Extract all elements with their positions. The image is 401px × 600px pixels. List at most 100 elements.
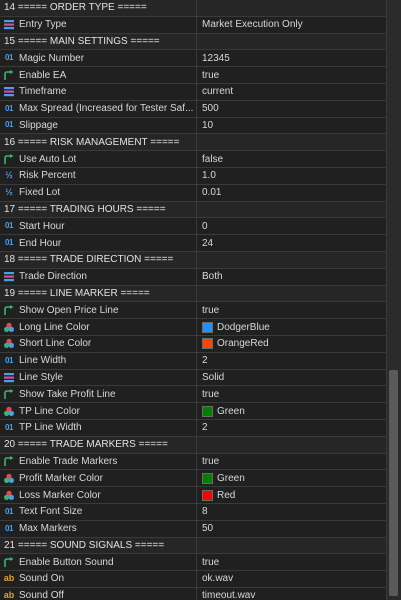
vertical-scrollbar[interactable]	[386, 0, 401, 600]
property-row[interactable]: ab Sound On ok.wav	[0, 571, 386, 588]
property-value[interactable]: 1.0	[202, 170, 216, 181]
property-row[interactable]: Line Style Solid	[0, 369, 386, 387]
color-swatch[interactable]	[202, 338, 213, 350]
property-value-cell[interactable]: 50	[197, 521, 386, 537]
property-value-cell[interactable]: Both	[197, 269, 386, 285]
property-row[interactable]: ½ Fixed Lot 0.01	[0, 184, 386, 202]
property-value[interactable]: Green	[217, 406, 245, 417]
property-row[interactable]: ab Sound Off timeout.wav	[0, 587, 386, 600]
property-value-cell[interactable]: Red	[197, 487, 386, 503]
property-value-cell[interactable]: true	[197, 302, 386, 318]
property-row[interactable]: Short Line Color OrangeRed	[0, 335, 386, 353]
group-header-row[interactable]: 16 ===== RISK MANAGEMENT =====	[0, 134, 386, 152]
property-row[interactable]: Profit Marker Color Green	[0, 470, 386, 488]
property-row[interactable]: Enable Button Sound true	[0, 554, 386, 572]
property-value[interactable]: 10	[202, 120, 213, 131]
group-header-row[interactable]: 21 ===== SOUND SIGNALS =====	[0, 537, 386, 555]
property-value-cell[interactable]: 10	[197, 118, 386, 134]
property-row[interactable]: Show Take Profit Line true	[0, 386, 386, 404]
property-value-cell[interactable]: Green	[197, 470, 386, 486]
property-row[interactable]: Enable Trade Markers true	[0, 453, 386, 471]
property-value-cell[interactable]: DodgerBlue	[197, 319, 386, 335]
property-row[interactable]: 01 Text Font Size 8	[0, 503, 386, 521]
property-value-cell[interactable]: true	[197, 554, 386, 570]
property-row[interactable]: Enable EA true	[0, 67, 386, 84]
property-value[interactable]: true	[202, 557, 219, 568]
group-header-row[interactable]: 19 ===== LINE MARKER =====	[0, 285, 386, 303]
property-value[interactable]: true	[202, 70, 219, 81]
property-value-cell[interactable]: ok.wav	[197, 571, 386, 587]
group-header-row[interactable]: 14 ===== ORDER TYPE =====	[0, 0, 386, 17]
property-value[interactable]: true	[202, 305, 219, 316]
property-value-cell[interactable]: OrangeRed	[197, 336, 386, 352]
property-value[interactable]: 0	[202, 221, 208, 232]
property-value-cell[interactable]: 12345	[197, 50, 386, 66]
property-value[interactable]: Market Execution Only	[202, 19, 303, 30]
property-value-cell[interactable]: false	[197, 151, 386, 167]
property-value[interactable]: Green	[217, 473, 245, 484]
property-value[interactable]: 0.01	[202, 187, 221, 198]
property-value[interactable]: DodgerBlue	[217, 322, 270, 333]
property-value-cell[interactable]: 8	[197, 504, 386, 520]
property-value[interactable]: 2	[202, 422, 208, 433]
group-header-row[interactable]: 18 ===== TRADE DIRECTION =====	[0, 251, 386, 269]
property-value-cell[interactable]: 1.0	[197, 168, 386, 184]
property-row[interactable]: Loss Marker Color Red	[0, 487, 386, 504]
group-header-row[interactable]: 15 ===== MAIN SETTINGS =====	[0, 33, 386, 51]
property-value-cell[interactable]: true	[197, 454, 386, 470]
property-value-cell[interactable]: 24	[197, 235, 386, 251]
property-value-cell[interactable]: 2	[197, 420, 386, 436]
property-value[interactable]: timeout.wav	[202, 590, 255, 600]
property-value-cell[interactable]: Solid	[197, 370, 386, 386]
property-row[interactable]: Timeframe current	[0, 83, 386, 101]
property-row[interactable]: Long Line Color DodgerBlue	[0, 319, 386, 336]
property-value[interactable]: 2	[202, 355, 208, 366]
property-value[interactable]: true	[202, 456, 219, 467]
property-value[interactable]: 50	[202, 523, 213, 534]
property-value[interactable]: OrangeRed	[217, 338, 269, 349]
color-swatch[interactable]	[202, 489, 213, 501]
property-value[interactable]: true	[202, 389, 219, 400]
property-row[interactable]: 01 Line Width 2	[0, 352, 386, 370]
property-value-cell[interactable]: 2	[197, 353, 386, 369]
property-value-cell[interactable]: 0.01	[197, 185, 386, 201]
color-swatch[interactable]	[202, 472, 213, 484]
property-value-cell[interactable]: current	[197, 84, 386, 100]
property-value-cell[interactable]: true	[197, 67, 386, 83]
property-row[interactable]: TP Line Color Green	[0, 403, 386, 420]
property-value[interactable]: 500	[202, 103, 219, 114]
group-header-row[interactable]: 20 ===== TRADE MARKERS =====	[0, 436, 386, 454]
color-swatch[interactable]	[202, 321, 213, 333]
property-row[interactable]: 01 End Hour 24	[0, 235, 386, 252]
boolean-type-icon	[2, 153, 16, 165]
property-value[interactable]: ok.wav	[202, 573, 233, 584]
property-value[interactable]: false	[202, 154, 223, 165]
property-row[interactable]: Entry Type Market Execution Only	[0, 16, 386, 34]
property-value[interactable]: Both	[202, 271, 223, 282]
property-row[interactable]: 01 Magic Number 12345	[0, 50, 386, 68]
property-row[interactable]: 01 Start Hour 0	[0, 218, 386, 236]
group-header-row[interactable]: 17 ===== TRADING HOURS =====	[0, 201, 386, 219]
property-row[interactable]: 01 Max Spread (Increased for Tester Saf..…	[0, 100, 386, 118]
property-value-cell[interactable]: 500	[197, 101, 386, 117]
property-value-cell[interactable]: Market Execution Only	[197, 17, 386, 33]
scrollbar-thumb[interactable]	[389, 370, 398, 596]
property-value[interactable]: Red	[217, 490, 235, 501]
property-row[interactable]: ½ Risk Percent 1.0	[0, 167, 386, 185]
property-row[interactable]: Trade Direction Both	[0, 268, 386, 286]
property-value-cell[interactable]: timeout.wav	[197, 588, 386, 600]
property-row[interactable]: 01 Slippage 10	[0, 117, 386, 135]
property-value-cell[interactable]: 0	[197, 218, 386, 234]
property-value-cell[interactable]: true	[197, 386, 386, 402]
property-value-cell[interactable]: Green	[197, 403, 386, 419]
property-row[interactable]: Use Auto Lot false	[0, 151, 386, 168]
property-row[interactable]: 01 Max Markers 50	[0, 520, 386, 538]
property-value[interactable]: 24	[202, 238, 213, 249]
property-row[interactable]: Show Open Price Line true	[0, 302, 386, 320]
color-swatch[interactable]	[202, 405, 213, 417]
property-row[interactable]: 01 TP Line Width 2	[0, 419, 386, 437]
property-value[interactable]: 8	[202, 506, 208, 517]
property-value[interactable]: Solid	[202, 372, 224, 383]
property-value[interactable]: current	[202, 86, 233, 97]
property-value[interactable]: 12345	[202, 53, 230, 64]
